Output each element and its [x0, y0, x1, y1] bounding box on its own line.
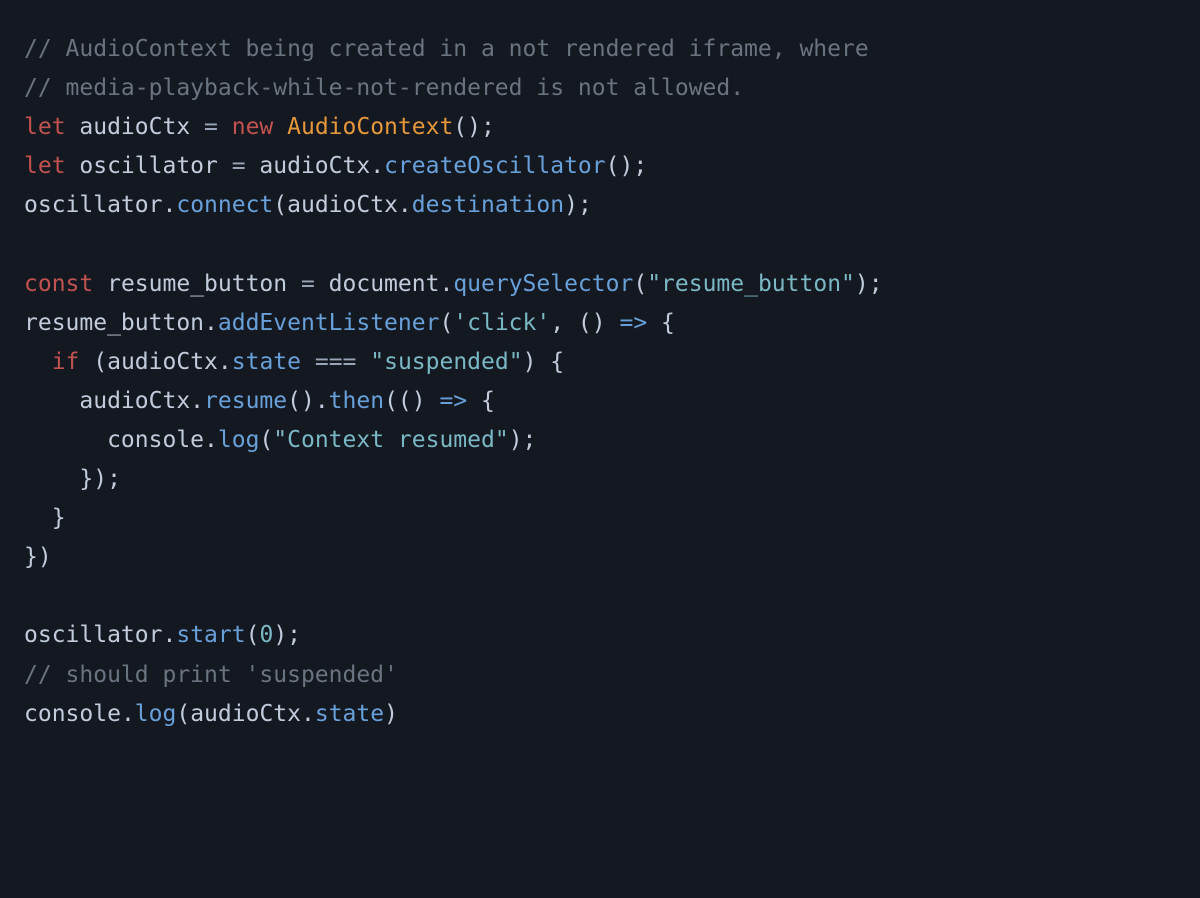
token-op: ===	[301, 349, 370, 375]
token-punc: );	[855, 271, 883, 297]
token-punc: .	[121, 701, 135, 727]
token-ident: audioCtx	[24, 388, 190, 414]
token-punc: .	[190, 388, 204, 414]
token-arrow: =>	[619, 310, 647, 336]
token-ident: audioCtx	[259, 153, 370, 179]
token-ident: console	[24, 427, 204, 453]
token-punc: .	[204, 427, 218, 453]
token-method: resume	[204, 388, 287, 414]
token-punc: {	[467, 388, 495, 414]
token-arrow: =>	[439, 388, 467, 414]
token-method: log	[218, 427, 260, 453]
token-ident: resume_button	[93, 271, 301, 297]
token-punc: )	[384, 701, 398, 727]
token-op: =	[301, 271, 329, 297]
token-comment: // AudioContext being created in a not r…	[24, 36, 869, 62]
token-prop: state	[232, 349, 301, 375]
token-ident: audioCtx	[287, 192, 398, 218]
token-punc: (	[633, 271, 647, 297]
token-ident: document	[329, 271, 440, 297]
token-prop: destination	[412, 192, 564, 218]
token-punc: ) {	[523, 349, 565, 375]
token-ident	[24, 349, 52, 375]
token-punc: (	[439, 310, 453, 336]
code-content: // AudioContext being created in a not r…	[24, 36, 883, 727]
token-comment: // media-playback-while-not-rendered is …	[24, 75, 744, 101]
token-punc: });	[24, 466, 121, 492]
token-method: log	[135, 701, 177, 727]
token-punc: );	[509, 427, 537, 453]
token-punc: (	[259, 427, 273, 453]
token-method: connect	[176, 192, 273, 218]
token-punc: ().	[287, 388, 329, 414]
token-punc: {	[647, 310, 675, 336]
token-punc: })	[24, 544, 52, 570]
token-punc: ();	[453, 114, 495, 140]
token-ident: audioCtx	[66, 114, 204, 140]
token-string: "resume_button"	[647, 271, 855, 297]
token-ident: oscillator	[24, 622, 162, 648]
token-punc: .	[370, 153, 384, 179]
token-prop: state	[315, 701, 384, 727]
token-keyword: const	[24, 271, 93, 297]
token-punc: .	[218, 349, 232, 375]
token-punc: .	[439, 271, 453, 297]
token-string: "Context resumed"	[273, 427, 508, 453]
token-string: 'click'	[453, 310, 550, 336]
token-comment: // should print 'suspended'	[24, 662, 398, 688]
token-ident: audioCtx	[107, 349, 218, 375]
token-punc: , ()	[550, 310, 619, 336]
token-punc: );	[564, 192, 592, 218]
token-op: =	[232, 153, 260, 179]
token-method: start	[176, 622, 245, 648]
token-method: querySelector	[453, 271, 633, 297]
token-punc: ();	[606, 153, 648, 179]
token-keyword: if	[52, 349, 80, 375]
code-block: // AudioContext being created in a not r…	[24, 30, 1176, 734]
token-string: "suspended"	[370, 349, 522, 375]
token-ident: resume_button	[24, 310, 204, 336]
token-ident: oscillator	[24, 192, 162, 218]
token-ident: console	[24, 701, 121, 727]
token-keyword: new	[232, 114, 287, 140]
token-punc: );	[273, 622, 301, 648]
token-keyword: let	[24, 153, 66, 179]
token-punc: }	[24, 505, 66, 531]
token-class: AudioContext	[287, 114, 453, 140]
token-punc: .	[301, 701, 315, 727]
token-method: then	[329, 388, 384, 414]
token-punc: .	[204, 310, 218, 336]
token-punc: .	[162, 192, 176, 218]
token-method: createOscillator	[384, 153, 606, 179]
token-keyword: let	[24, 114, 66, 140]
token-ident: oscillator	[66, 153, 232, 179]
token-punc: .	[398, 192, 412, 218]
token-punc: (	[273, 192, 287, 218]
token-method: addEventListener	[218, 310, 440, 336]
token-ident: audioCtx	[190, 701, 301, 727]
token-op: =	[204, 114, 232, 140]
token-punc: (	[79, 349, 107, 375]
token-punc: (	[176, 701, 190, 727]
token-punc: .	[162, 622, 176, 648]
token-punc: (	[246, 622, 260, 648]
token-punc: (()	[384, 388, 439, 414]
token-num: 0	[259, 622, 273, 648]
